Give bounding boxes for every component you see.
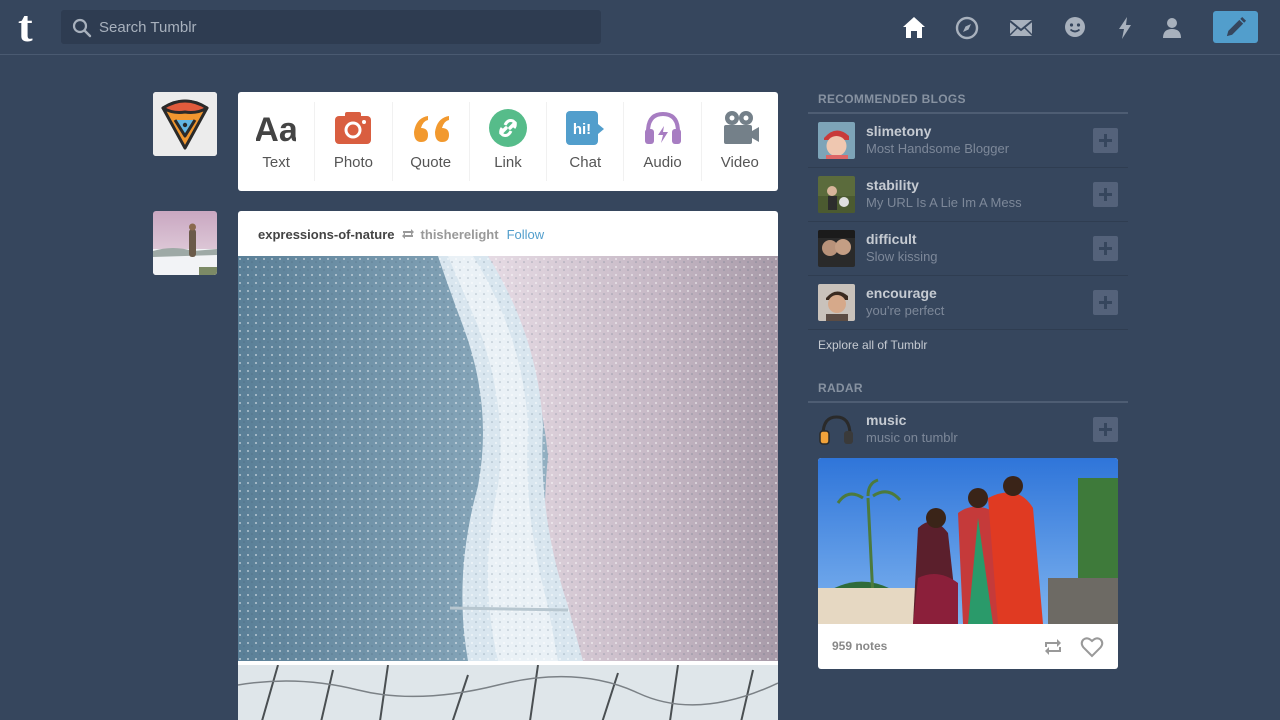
chat-icon: hi! [566, 111, 605, 145]
radar-post-image[interactable] [818, 458, 1118, 624]
blog-avatar[interactable] [818, 284, 855, 321]
fox-avatar-image [153, 92, 217, 156]
post-blog-name[interactable]: expressions-of-nature [258, 227, 395, 242]
follow-plus-button[interactable] [1093, 236, 1118, 261]
winter-avatar-image [153, 211, 217, 275]
radar-post-footer: 959 notes [818, 624, 1118, 669]
blog-description: Most Handsome Blogger [866, 141, 1010, 156]
camera-icon [335, 112, 372, 144]
snowy-trees-photo[interactable] [238, 665, 778, 720]
quote-icon [413, 116, 449, 142]
tumblr-logo[interactable]: t [18, 5, 46, 49]
post-type-link[interactable]: Link [470, 102, 548, 181]
follow-plus-button[interactable] [1093, 182, 1118, 207]
blog-name[interactable]: music [866, 412, 906, 428]
blog-name[interactable]: stability [866, 177, 919, 193]
svg-text:Aa: Aa [256, 111, 296, 148]
account-icon[interactable] [1158, 14, 1186, 42]
radar-post-card: 959 notes [818, 458, 1118, 669]
reblogged-from-blog[interactable]: thisherelight [421, 227, 499, 242]
follow-plus-button[interactable] [1093, 290, 1118, 315]
top-nav-bar: t [0, 0, 1280, 55]
reblog-icon [401, 229, 414, 239]
post-header: expressions-of-nature thisherelight Foll… [258, 225, 544, 243]
post-type-text[interactable]: Aa Text [238, 102, 316, 181]
home-icon[interactable] [900, 14, 928, 42]
recommended-blog-item[interactable]: slimetony Most Handsome Blogger [808, 114, 1128, 168]
post-type-quote[interactable]: Quote [393, 102, 470, 181]
compose-button[interactable] [1213, 11, 1258, 43]
blog-name[interactable]: slimetony [866, 123, 931, 139]
heart-icon[interactable] [1080, 635, 1104, 659]
snowy-forest-photo[interactable] [238, 256, 778, 661]
headphones-icon [644, 111, 681, 144]
follow-plus-button[interactable] [1093, 128, 1118, 153]
follow-link[interactable]: Follow [507, 227, 545, 242]
radar-blog-item[interactable]: music music on tumblr [808, 403, 1128, 457]
blog-avatar[interactable] [818, 230, 855, 267]
post-type-chat[interactable]: hi! Chat [547, 102, 625, 181]
blog-name[interactable]: difficult [866, 231, 917, 247]
blog-description: Slow kissing [866, 249, 938, 264]
blog-avatar[interactable] [818, 176, 855, 213]
explore-icon[interactable] [953, 14, 981, 42]
blog-name[interactable]: encourage [866, 285, 937, 301]
explore-all-link[interactable]: Explore all of Tumblr [818, 338, 927, 352]
my-blog-avatar[interactable] [153, 92, 217, 156]
notes-count[interactable]: 959 notes [832, 639, 887, 653]
post-type-audio[interactable]: Audio [624, 102, 702, 181]
recommended-blog-item[interactable]: difficult Slow kissing [808, 222, 1128, 276]
blog-avatar[interactable] [818, 122, 855, 159]
recommended-blogs-title: RECOMMENDED BLOGS [818, 92, 966, 106]
recommended-blog-item[interactable]: stability My URL Is A Lie Im A Mess [808, 168, 1128, 222]
recommended-blog-item[interactable]: encourage you're perfect [808, 276, 1128, 330]
dashboard-post: expressions-of-nature thisherelight Foll… [238, 211, 778, 720]
activity-icon[interactable] [1111, 14, 1139, 42]
follow-plus-button[interactable] [1093, 417, 1118, 442]
messaging-icon[interactable] [1061, 14, 1089, 42]
blog-avatar[interactable] [818, 411, 855, 448]
svg-text:hi!: hi! [573, 121, 591, 138]
video-camera-icon [723, 111, 759, 144]
text-icon: Aa [256, 111, 296, 148]
search-icon [72, 18, 92, 38]
reblog-button-icon[interactable] [1042, 636, 1064, 658]
radar-title: RADAR [818, 381, 863, 395]
blog-description: My URL Is A Lie Im A Mess [866, 195, 1022, 210]
post-type-photo[interactable]: Photo [315, 102, 393, 181]
blog-description: you're perfect [866, 303, 945, 318]
inbox-icon[interactable] [1007, 14, 1035, 42]
post-type-bar: Aa Text Photo Quote Link hi! Chat Audio … [238, 92, 778, 191]
headphones-avatar [818, 411, 855, 448]
blog-description: music on tumblr [866, 430, 958, 445]
search-bar[interactable] [61, 10, 601, 44]
post-type-video[interactable]: Video [702, 102, 778, 181]
pencil-icon [1226, 16, 1247, 37]
search-input[interactable] [99, 10, 589, 44]
post-author-avatar[interactable] [153, 211, 217, 275]
link-icon [488, 109, 527, 147]
